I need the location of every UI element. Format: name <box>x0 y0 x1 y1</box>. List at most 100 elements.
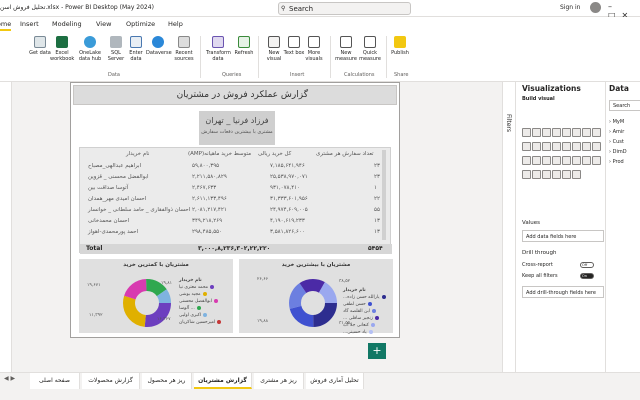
legend-item[interactable]: امیرحسین شاکریان <box>179 319 222 326</box>
get-data-button[interactable]: Get data <box>28 36 52 56</box>
table-header[interactable]: نام خریدار <box>126 151 149 157</box>
quick-measure-button[interactable]: Quick measure <box>358 36 382 62</box>
refresh-button[interactable]: Refresh <box>232 36 256 56</box>
more-icon[interactable] <box>572 170 581 179</box>
keep-filters-toggle[interactable]: On <box>580 273 594 279</box>
tab-help[interactable]: Help <box>168 20 183 28</box>
table-row[interactable]: ۱ ۹۳۱,۰۷۸,۴۱۰ ۲,۴۶۷,۶۳۳ آتوسا صداقت بین <box>80 184 380 194</box>
clustered-column-icon[interactable] <box>552 128 561 137</box>
values-drop-zone[interactable]: Add data fields here <box>522 230 604 242</box>
page-tab[interactable]: صفحه اصلی <box>30 373 80 389</box>
paginated-icon[interactable] <box>552 170 561 179</box>
onelake-button[interactable]: OneLake data hub <box>78 36 102 62</box>
table-header[interactable]: (AMP)متوسط خرید ماهیانه <box>188 151 251 157</box>
ribbon-chart-icon[interactable] <box>582 128 591 137</box>
qa-icon[interactable] <box>532 170 541 179</box>
r-visual-icon[interactable] <box>572 156 581 165</box>
page-tab-active[interactable]: گزارش مشتریان <box>194 373 252 389</box>
python-visual-icon[interactable] <box>582 156 591 165</box>
stacked-column-icon[interactable] <box>532 128 541 137</box>
dataverse-button[interactable]: Dataverse <box>146 36 172 56</box>
waterfall-icon[interactable] <box>592 128 601 137</box>
page-tab[interactable]: تحلیل آماری فروش <box>306 373 364 389</box>
enter-data-button[interactable]: Enter data <box>124 36 148 62</box>
legend-item[interactable]: ...یاد حسینی <box>343 329 386 336</box>
clustered-bar-icon[interactable] <box>542 128 551 137</box>
tab-home[interactable]: Home <box>0 20 12 31</box>
kpi-customer-name: فرزاد فرنیا _ تهران <box>205 116 269 125</box>
page-tab[interactable]: گزارش محصولات <box>82 373 140 389</box>
recent-sources-button[interactable]: Recent sources <box>172 36 196 62</box>
table-row[interactable]: ۵۵ ۲۴,۹۷۴,۶۰۹,۰۰۵ ۲,۰۸۱,۲۱۷,۴۲۱ احسان ذوالف… <box>80 206 380 216</box>
data-table-item[interactable]: › Amir <box>609 129 624 135</box>
add-page-button[interactable]: + <box>368 343 386 359</box>
legend-item[interactable]: حسن لطفی <box>343 301 386 308</box>
data-table-item[interactable]: › DimD <box>609 149 627 155</box>
table-row[interactable]: ۱۳ ۳,۵۸۱,۸۲۶,۶۰۰ ۲۹۸,۴۸۵,۵۵۰ احمد پورمحمدی-… <box>80 228 380 238</box>
legend-item[interactable]: کنعانی جلا آب <box>343 322 386 329</box>
page-tab[interactable]: ریز هر محصول <box>142 373 192 389</box>
table-icon[interactable] <box>552 156 561 165</box>
stacked-bar-icon[interactable] <box>522 128 531 137</box>
filled-map-icon[interactable] <box>572 142 581 151</box>
table-scrollbar[interactable] <box>382 150 386 240</box>
top-buyers-donut[interactable]: مشتریان با بیشترین خرید ۲۶,۶۶ ۱۹,۸۸ ۳۱,۵… <box>239 259 393 336</box>
table-row[interactable]: ۲۲ ۳۱,۳۳۳,۶۰۱,۹۵۶ ۲,۶۱۱,۱۳۳,۴۹۶ احسان امیدی… <box>80 195 380 205</box>
new-measure-button[interactable]: New measure <box>334 36 358 62</box>
table-row[interactable]: ۲۳ ۷,۱۸۵,۶۴۱,۹۴۶ ۵۹,۸۰۰,۳۹۵ ابراهیم عبدالهی… <box>80 162 380 172</box>
transform-data-button[interactable]: Transform data <box>206 36 231 62</box>
avatar[interactable] <box>590 2 601 13</box>
key-influencers-icon[interactable] <box>592 156 601 165</box>
scatter-icon[interactable] <box>522 142 531 151</box>
card-icon[interactable] <box>522 156 531 165</box>
kpi-icon[interactable] <box>532 156 541 165</box>
drill-through-drop-zone[interactable]: Add drill-through fields here <box>522 286 604 298</box>
legend-item[interactable]: آلوسا ... <box>179 305 221 312</box>
tab-modeling[interactable]: Modeling <box>52 20 82 28</box>
tab-optimize[interactable]: Optimize <box>126 20 155 28</box>
donut-icon[interactable] <box>542 142 551 151</box>
funnel-icon[interactable] <box>582 142 591 151</box>
data-search-input[interactable]: Search <box>609 100 640 111</box>
decomposition-tree-icon[interactable] <box>522 170 531 179</box>
tab-insert[interactable]: Insert <box>20 20 39 28</box>
table-row[interactable]: ۱۳ ۴,۱۹۰,۶۱۹,۲۳۳ ۳۴۹,۲۱۸,۲۶۹ احسان محمدخانی <box>80 217 380 227</box>
legend-item[interactable]: ...یارالله حسن زاده <box>343 294 386 301</box>
narrative-icon[interactable] <box>542 170 551 179</box>
cross-report-toggle[interactable]: Off <box>580 262 594 268</box>
excel-button[interactable]: Excel workbook <box>50 36 74 62</box>
page-tab[interactable]: ریز هر مشتری <box>254 373 304 389</box>
tab-view[interactable]: View <box>96 20 111 28</box>
sign-in-link[interactable]: Sign in <box>560 4 580 11</box>
table-row[interactable]: ۲۳ ۲۵,۵۳۸,۹۷۰,۰۷۱ ۲,۲۱۱,۵۸۰,۸۲۹ ابوالفضل مح… <box>80 173 380 183</box>
customers-table[interactable]: تعداد سفارش هر مشتری کل خرید ریالی (AMP)… <box>79 147 392 254</box>
power-apps-icon[interactable] <box>562 170 571 179</box>
area-chart-icon[interactable] <box>572 128 581 137</box>
legend-item[interactable]: محمد معتری نیا <box>179 284 221 291</box>
table-header[interactable]: کل خرید ریالی <box>258 151 291 157</box>
legend-item[interactable]: مجید بوشی <box>179 291 221 298</box>
legend-item[interactable]: ... زنجیر ساقلی <box>343 315 386 322</box>
more-visuals-button[interactable]: More visuals <box>302 36 326 62</box>
treemap-icon[interactable] <box>552 142 561 151</box>
legend-item[interactable]: اکبری اولیی <box>179 312 221 319</box>
legend-item[interactable]: ابوالفضل محسنی <box>179 298 221 305</box>
view-rail[interactable] <box>0 82 12 372</box>
legend-item[interactable]: ابن القلصه گاد <box>343 308 386 315</box>
page-nav-arrows[interactable]: ◀ ▶ <box>4 375 15 382</box>
search-box[interactable]: ⚲ Search <box>278 2 411 15</box>
least-buyers-donut[interactable]: مشتریان با کمترین خرید ۱۹,۶۷۱ ۱۱,۳۹۲ ۱۶,… <box>79 259 233 333</box>
data-table-item[interactable]: › MyM <box>609 119 624 125</box>
line-chart-icon[interactable] <box>562 128 571 137</box>
pie-icon[interactable] <box>532 142 541 151</box>
data-table-item[interactable]: › Prod <box>609 159 624 165</box>
data-table-item[interactable]: › Cust <box>609 139 624 145</box>
publish-button[interactable]: Publish <box>388 36 412 56</box>
kpi-card[interactable]: فرزاد فرنیا _ تهران مشتری با بیشترین دفع… <box>199 111 275 145</box>
filters-pane-collapsed[interactable]: Filters <box>502 82 515 372</box>
gauge-icon[interactable] <box>592 142 601 151</box>
map-icon[interactable] <box>562 142 571 151</box>
slicer-icon[interactable] <box>542 156 551 165</box>
matrix-icon[interactable] <box>562 156 571 165</box>
table-header[interactable]: تعداد سفارش هر مشتری <box>316 151 374 157</box>
